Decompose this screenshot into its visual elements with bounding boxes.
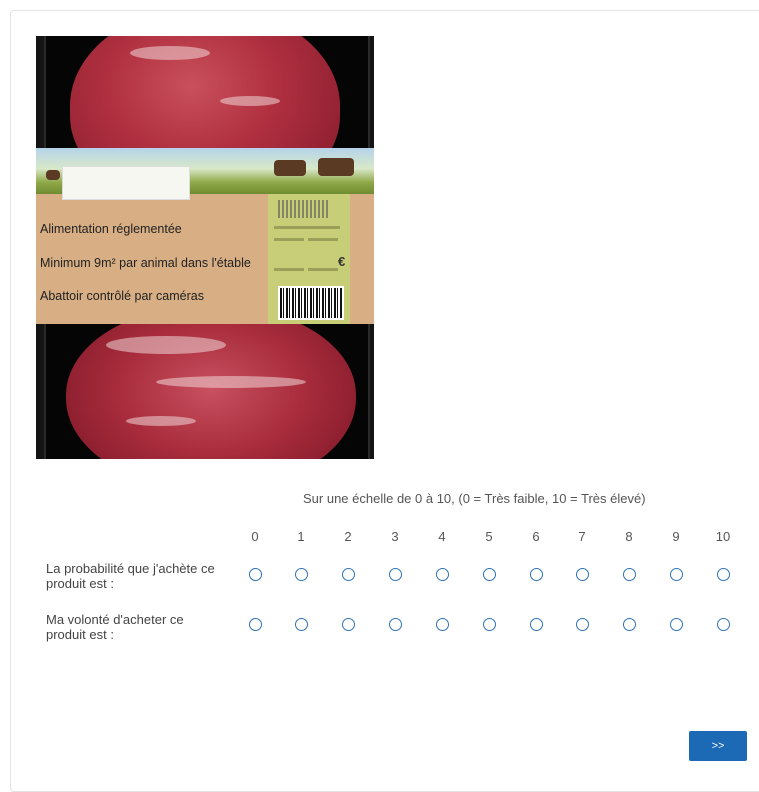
rating-radio-q1-9[interactable]	[670, 568, 683, 581]
scale-number: 7	[578, 529, 586, 544]
label-line-feed: Alimentation réglementée	[40, 222, 182, 236]
rating-radio-q1-5[interactable]	[483, 568, 496, 581]
scale-number: 0	[251, 529, 259, 544]
rating-radio-q2-3[interactable]	[389, 618, 402, 631]
rating-radio-q2-10[interactable]	[717, 618, 730, 631]
product-label-band: Alimentation réglementée Minimum 9m² par…	[36, 148, 374, 324]
rating-radio-q1-4[interactable]	[436, 568, 449, 581]
rating-radio-q2-4[interactable]	[436, 618, 449, 631]
scale-number: 2	[344, 529, 352, 544]
rating-radio-q1-1[interactable]	[295, 568, 308, 581]
scale-number: 6	[532, 529, 540, 544]
label-info-panel: €	[268, 194, 350, 324]
rating-radio-q2-7[interactable]	[576, 618, 589, 631]
rating-radio-q1-6[interactable]	[530, 568, 543, 581]
scale-number: 4	[438, 529, 446, 544]
rating-radio-q2-6[interactable]	[530, 618, 543, 631]
rating-radio-q2-5[interactable]	[483, 618, 496, 631]
question-willingness: Ma volonté d'acheter ce produit est :	[46, 612, 184, 642]
scale-number: 5	[485, 529, 493, 544]
rating-radio-q1-0[interactable]	[249, 568, 262, 581]
rating-radio-q2-8[interactable]	[623, 618, 636, 631]
rating-radio-q1-7[interactable]	[576, 568, 589, 581]
rating-radio-q2-2[interactable]	[342, 618, 355, 631]
barcode	[278, 286, 344, 320]
rating-radio-q1-10[interactable]	[717, 568, 730, 581]
scale-number: 1	[297, 529, 305, 544]
price-symbol: €	[338, 254, 346, 269]
rating-radio-q2-9[interactable]	[670, 618, 683, 631]
label-line-abattoir: Abattoir contrôlé par caméras	[40, 289, 204, 303]
panel-heading	[278, 200, 328, 218]
scale-number: 10	[715, 529, 731, 544]
question-probability: La probabilité que j'achète ce produit e…	[46, 561, 215, 591]
rating-radio-q1-3[interactable]	[389, 568, 402, 581]
scale-number: 3	[391, 529, 399, 544]
rating-radio-q2-0[interactable]	[249, 618, 262, 631]
next-button[interactable]: >>	[689, 731, 747, 761]
product-name-placeholder	[62, 166, 190, 200]
scale-number: 8	[625, 529, 633, 544]
rating-radio-q1-2[interactable]	[342, 568, 355, 581]
scale-title: Sur une échelle de 0 à 10, (0 = Très fai…	[303, 491, 646, 506]
rating-radio-q1-8[interactable]	[623, 568, 636, 581]
rating-radio-q2-1[interactable]	[295, 618, 308, 631]
label-line-space: Minimum 9m² par animal dans l'étable	[40, 256, 251, 270]
scale-number: 9	[672, 529, 680, 544]
product-image: Alimentation réglementée Minimum 9m² par…	[36, 36, 374, 459]
